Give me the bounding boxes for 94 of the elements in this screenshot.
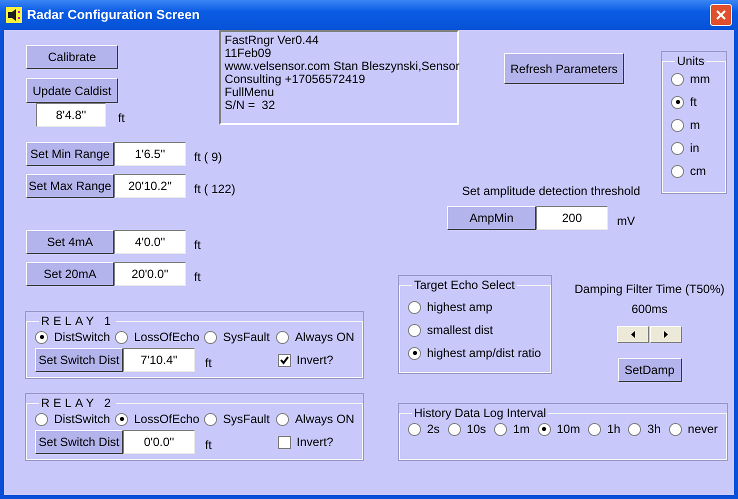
radio-label: 2s [427,422,440,436]
damping-value: 600ms [631,301,668,318]
set-switch-dist-button[interactable]: Set Switch Dist [35,430,123,454]
radio-button[interactable] [408,346,421,360]
refresh-button[interactable]: Refresh Parameters [504,53,624,84]
threshold-label: Set amplitude detection threshold [462,183,642,200]
radio-label: never [688,422,718,436]
calibrate-button[interactable]: Calibrate [26,45,118,69]
radio-button[interactable] [276,412,289,426]
radio-button[interactable] [671,72,684,86]
value-field[interactable]: 7'10.4'' [123,348,195,372]
value-field[interactable]: 0'0.0'' [123,430,195,454]
set-button[interactable]: Set 4mA [26,230,114,254]
unit-label: ft [205,437,212,454]
radio-button[interactable] [276,330,289,344]
set-switch-dist-button[interactable]: Set Switch Dist [35,348,123,372]
right-arrow-icon [664,331,668,338]
radio-label: LossOfEcho [134,330,200,344]
update-caldist-button[interactable]: Update Caldist [26,78,118,103]
unit-label: ft ( 122) [194,181,236,198]
radio-label: highest amp [427,300,492,314]
radio-button[interactable] [671,142,684,154]
radio-button[interactable] [408,324,421,336]
radio-label: Always ON [295,412,354,426]
group-label: RELAY 1 [40,313,116,330]
value-field[interactable]: 20'0.0'' [114,262,186,286]
radio-button[interactable] [671,164,684,178]
checkbox[interactable] [278,354,291,366]
setdamp-button[interactable]: SetDamp [618,358,682,382]
value-field[interactable]: 4'0.0'' [114,230,186,254]
damping-label: Damping Filter Time (T50%) [574,281,725,298]
radio-button[interactable] [35,412,48,426]
value-field[interactable]: 1'6.5'' [114,142,186,166]
decrease-button[interactable] [617,326,649,343]
radio-button[interactable] [204,330,217,344]
group-label: RELAY 2 [40,395,116,412]
group-label: Target Echo Select [413,277,516,294]
radio-button[interactable] [671,118,684,132]
ampmin-button[interactable]: AmpMin [447,206,536,230]
radio-button[interactable] [448,422,461,436]
radio-button[interactable] [35,330,48,344]
group-label: Units [676,53,706,70]
increase-button[interactable] [650,326,682,343]
unit-label: ft [194,237,201,254]
set-button[interactable]: Set 20mA [26,262,114,286]
unit-label: ft [205,355,212,372]
value-field[interactable]: 200 [536,206,608,230]
radio-label: ft [690,95,697,109]
app-icon [6,7,22,23]
radio-label: SysFault [223,330,270,344]
window-title: Radar Configuration Screen [27,6,200,24]
radio-label: 1h [607,422,620,436]
radio-button[interactable] [408,300,421,314]
radio-button[interactable] [671,96,684,108]
set-button[interactable]: Set Min Range [26,142,114,166]
group-label: History Data Log Interval [413,405,548,422]
radio-button[interactable] [538,422,551,436]
radio-button[interactable] [494,422,508,436]
radio-label: LossOfEcho [134,412,200,426]
radio-button[interactable] [628,422,642,436]
radio-label: smallest dist [427,323,494,337]
radio-button[interactable] [588,422,602,436]
unit-label: ft [194,269,201,286]
checkbox[interactable] [278,436,291,448]
unit-label: mV [617,213,635,230]
radio-button[interactable] [115,330,128,344]
radio-button[interactable] [204,412,217,426]
radio-label: Always ON [295,330,354,344]
radio-label: DistSwitch [54,412,110,426]
close-button[interactable] [710,4,732,26]
radio-label: cm [690,164,706,178]
set-button[interactable]: Set Max Range [26,174,114,198]
radio-label: 3h [647,422,661,436]
radio-label: in [690,141,700,155]
radio-label: DistSwitch [54,330,110,344]
checkbox-label: Invert? [296,434,334,451]
radio-label: SysFault [223,412,270,426]
left-arrow-icon [631,331,635,338]
checkbox-label: Invert? [296,352,334,369]
radio-label: mm [690,72,710,86]
radio-label: 10s [466,422,486,436]
radio-button[interactable] [668,422,682,436]
value-field[interactable]: 8'4.8'' [36,103,106,127]
radio-button[interactable] [408,422,421,436]
radio-label: 1m [513,422,530,436]
radio-label: highest amp/dist ratio [427,346,542,360]
close-icon [716,10,726,20]
radio-label: 10m [556,422,580,436]
radio-button[interactable] [115,412,128,426]
radio-label: m [690,118,700,132]
unit-label: ft [118,110,125,127]
value-field[interactable]: 20'10.2'' [114,174,186,198]
unit-label: ft ( 9) [194,149,222,166]
info-text: FastRngr Ver0.44 11Feb09 www.velsensor.com Stan Bleszynski,Sensor Consulting +17056572419 FullMenu S/N = 32 [218,30,459,125]
